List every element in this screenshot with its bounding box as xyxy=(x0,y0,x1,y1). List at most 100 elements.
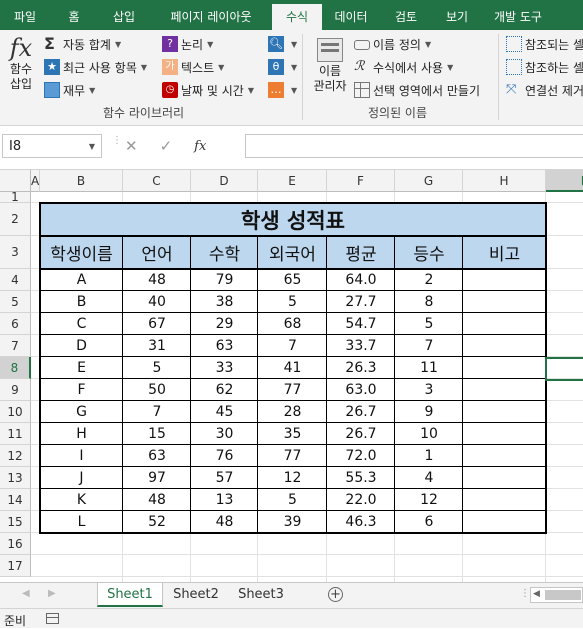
table-cell[interactable]: 5 xyxy=(123,357,191,379)
table-cell[interactable] xyxy=(463,489,546,511)
table-cell[interactable] xyxy=(463,423,546,445)
table-cell[interactable]: 7 xyxy=(258,335,327,357)
insert-function-icon[interactable]: fx xyxy=(194,139,206,154)
tab-scroll-grip[interactable]: ⋮ xyxy=(520,588,530,599)
table-cell[interactable]: 29 xyxy=(191,313,258,335)
table-cell[interactable]: 48 xyxy=(191,511,258,533)
table-cell[interactable]: C xyxy=(40,313,123,335)
column-header[interactable]: G xyxy=(395,170,463,192)
row-header[interactable]: 7 xyxy=(0,335,31,357)
autosum-button[interactable]: Σ 자동 합계 ▼ xyxy=(44,34,121,54)
column-header[interactable]: E xyxy=(258,170,327,192)
table-cell[interactable]: 63 xyxy=(123,445,191,467)
table-cell[interactable]: 41 xyxy=(258,357,327,379)
table-cell[interactable]: 62 xyxy=(191,379,258,401)
table-cell[interactable]: 48 xyxy=(123,269,191,291)
table-cell[interactable]: 10 xyxy=(395,423,463,445)
trace-dependents-button[interactable]: 참조하는 셀 xyxy=(506,57,583,77)
sheet-tab[interactable]: Sheet2 xyxy=(163,583,229,607)
table-cell[interactable]: 33.7 xyxy=(327,335,395,357)
table-cell[interactable] xyxy=(463,445,546,467)
row-header[interactable]: 12 xyxy=(0,445,31,467)
table-cell[interactable]: I xyxy=(40,445,123,467)
table-cell[interactable]: 67 xyxy=(123,313,191,335)
table-cell[interactable]: 64.0 xyxy=(327,269,395,291)
table-cell[interactable]: 1 xyxy=(395,445,463,467)
table-cell[interactable] xyxy=(463,269,546,291)
row-header[interactable]: 4 xyxy=(0,269,31,291)
worksheet-grid[interactable]: A B C D E F G H I 1 2 3 4 5 6 7 8 9 10 11 12 13 14 15 16 17 학생 성적표… xyxy=(0,170,583,582)
table-cell[interactable] xyxy=(463,357,546,379)
row-header[interactable]: 5 xyxy=(0,291,31,313)
table-cell[interactable]: 4 xyxy=(395,467,463,489)
row-header[interactable]: 17 xyxy=(0,555,31,577)
recent-functions-button[interactable]: ★ 최근 사용 항목 ▼ xyxy=(44,57,147,77)
sheet-tab[interactable]: Sheet1 xyxy=(97,583,163,607)
row-header[interactable]: 15 xyxy=(0,511,31,533)
math-button[interactable]: θ ▼ xyxy=(268,57,297,77)
table-cell[interactable]: 55.3 xyxy=(327,467,395,489)
row-header[interactable]: 9 xyxy=(0,379,31,401)
table-cell[interactable]: 63 xyxy=(191,335,258,357)
table-cell[interactable]: 63.0 xyxy=(327,379,395,401)
table-cell[interactable] xyxy=(463,401,546,423)
row-header[interactable]: 8 xyxy=(0,357,31,379)
scroll-right-icon[interactable]: ▶ xyxy=(48,588,56,599)
table-cell[interactable]: 7 xyxy=(123,401,191,423)
tab-1[interactable]: 파일 xyxy=(0,4,50,30)
table-cell[interactable]: 13 xyxy=(191,489,258,511)
table-cell[interactable]: 12 xyxy=(258,467,327,489)
table-cell[interactable]: 26.3 xyxy=(327,357,395,379)
table-cell[interactable]: B xyxy=(40,291,123,313)
table-cell[interactable]: 77 xyxy=(258,379,327,401)
formula-input[interactable] xyxy=(245,134,583,158)
table-cell[interactable]: 76 xyxy=(191,445,258,467)
table-cell[interactable]: 54.7 xyxy=(327,313,395,335)
more-functions-button[interactable]: … ▼ xyxy=(268,80,297,100)
table-cell[interactable]: G xyxy=(40,401,123,423)
table-cell[interactable]: 77 xyxy=(258,445,327,467)
name-manager-button[interactable]: 이름 관리자 xyxy=(308,38,352,100)
horizontal-scrollbar[interactable]: ◀ xyxy=(530,587,583,603)
column-header[interactable]: D xyxy=(191,170,258,192)
logical-button[interactable]: ? 논리 ▼ xyxy=(162,34,213,54)
name-box[interactable]: I8 ▼ xyxy=(2,134,102,158)
sheet-tab[interactable]: Sheet3 xyxy=(229,583,293,607)
table-cell[interactable]: 57 xyxy=(191,467,258,489)
row-header[interactable]: 16 xyxy=(0,533,31,555)
table-cell[interactable] xyxy=(463,379,546,401)
tab-8[interactable]: 보기 xyxy=(432,4,482,30)
row-header[interactable]: 14 xyxy=(0,489,31,511)
finance-button[interactable]: 재무 ▼ xyxy=(44,80,95,100)
table-cell[interactable]: L xyxy=(40,511,123,533)
row-header[interactable]: 13 xyxy=(0,467,31,489)
row-header[interactable]: 10 xyxy=(0,401,31,423)
remove-arrows-button[interactable]: ⤧ 연결선 제거 xyxy=(506,80,583,100)
table-cell[interactable]: 15 xyxy=(123,423,191,445)
table-cell[interactable]: 52 xyxy=(123,511,191,533)
table-cell[interactable]: 31 xyxy=(123,335,191,357)
tab-4[interactable]: 페이지 레이아웃 xyxy=(150,4,272,30)
row-header[interactable]: 2 xyxy=(0,203,31,236)
table-cell[interactable]: 40 xyxy=(123,291,191,313)
table-cell[interactable]: H xyxy=(40,423,123,445)
table-cell[interactable]: 97 xyxy=(123,467,191,489)
table-cell[interactable] xyxy=(463,313,546,335)
column-header[interactable]: C xyxy=(123,170,191,192)
column-header[interactable]: B xyxy=(40,170,123,192)
table-cell[interactable]: 33 xyxy=(191,357,258,379)
cancel-icon[interactable]: ✕ xyxy=(125,137,138,155)
table-cell[interactable] xyxy=(463,291,546,313)
formula-bar-grip[interactable]: ⋮ xyxy=(112,136,122,146)
table-cell[interactable]: 5 xyxy=(258,489,327,511)
column-header[interactable]: A xyxy=(31,170,40,192)
chevron-down-icon[interactable]: ▼ xyxy=(89,142,95,151)
tab-7[interactable]: 검토 xyxy=(380,4,432,30)
table-cell[interactable]: 26.7 xyxy=(327,401,395,423)
macro-record-icon[interactable] xyxy=(46,613,59,624)
column-header[interactable]: I xyxy=(546,170,583,192)
column-header[interactable]: H xyxy=(463,170,546,192)
table-cell[interactable]: 11 xyxy=(395,357,463,379)
row-header[interactable]: 11 xyxy=(0,423,31,445)
row-header[interactable]: 1 xyxy=(0,190,31,204)
